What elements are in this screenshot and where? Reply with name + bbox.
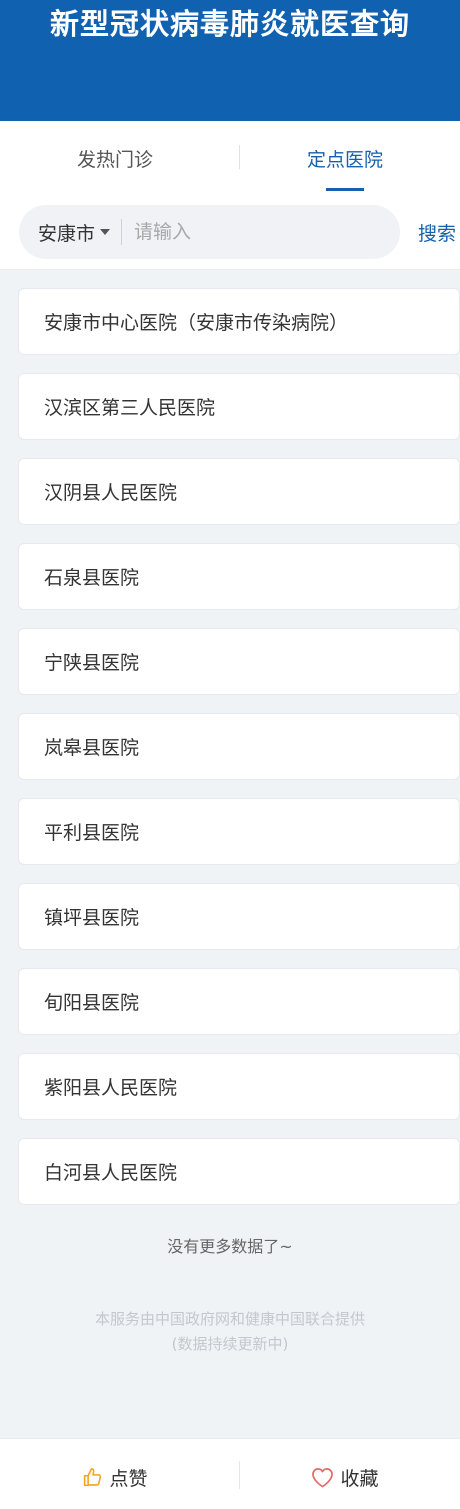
tab-bar: 发热门诊 定点医院 (0, 121, 460, 195)
no-more-data-text: 没有更多数据了~ (167, 1237, 293, 1256)
thumbs-up-icon (84, 1467, 102, 1486)
caret-down-icon (100, 229, 111, 235)
city-select-label: 安康市 (38, 222, 96, 245)
search-input[interactable] (134, 221, 355, 243)
page: 新型冠状病毒肺炎就医查询 发热门诊 定点医院 安康市 搜索 安康市中心医院（安康… (0, 0, 460, 1509)
favorite-label: 收藏 (340, 1467, 379, 1490)
search-row: 安康市 搜索 (0, 195, 460, 270)
city-select[interactable]: 安康市 (38, 219, 111, 246)
tab-fever-clinic[interactable]: 发热门诊 (0, 121, 230, 195)
search-separator (121, 219, 123, 245)
like-button[interactable]: 点赞 (0, 1439, 230, 1509)
list-item[interactable]: 宁陕县医院 (18, 628, 460, 695)
list-item[interactable]: 安康市中心医院（安康市传染病院） (18, 288, 460, 355)
favorite-button[interactable]: 收藏 (230, 1439, 460, 1509)
list-item[interactable]: 汉阴县人民医院 (18, 458, 460, 525)
page-title: 新型冠状病毒肺炎就医查询 (49, 7, 410, 41)
hospital-list: 安康市中心医院（安康市传染病院） 汉滨区第三人民医院 汉阴县人民医院 石泉县医院… (0, 270, 460, 1205)
list-item[interactable]: 平利县医院 (18, 798, 460, 865)
footer-note: 本服务由中国政府网和健康中国联合提供 (数据持续更新中) (0, 1307, 460, 1357)
header: 新型冠状病毒肺炎就医查询 (0, 0, 460, 121)
list-item[interactable]: 汉滨区第三人民医院 (18, 373, 460, 440)
list-item[interactable]: 白河县人民医院 (18, 1138, 460, 1205)
search-button[interactable]: 搜索 (418, 219, 456, 246)
list-item[interactable]: 旬阳县医院 (18, 968, 460, 1035)
bottom-bar: 点赞 收藏 (0, 1438, 460, 1509)
list-item[interactable]: 石泉县医院 (18, 543, 460, 610)
search-box: 安康市 (19, 205, 400, 259)
heart-icon (312, 1467, 334, 1487)
footer-line-2: (数据持续更新中) (171, 1335, 289, 1353)
bottom-divider (239, 1461, 240, 1489)
tab-designated-hospital[interactable]: 定点医院 (230, 121, 460, 195)
footer-line-1: 本服务由中国政府网和健康中国联合提供 (94, 1310, 365, 1328)
list-item[interactable]: 镇坪县医院 (18, 883, 460, 950)
like-label: 点赞 (109, 1467, 148, 1490)
list-item[interactable]: 岚皋县医院 (18, 713, 460, 780)
list-item[interactable]: 紫阳县人民医院 (18, 1053, 460, 1120)
